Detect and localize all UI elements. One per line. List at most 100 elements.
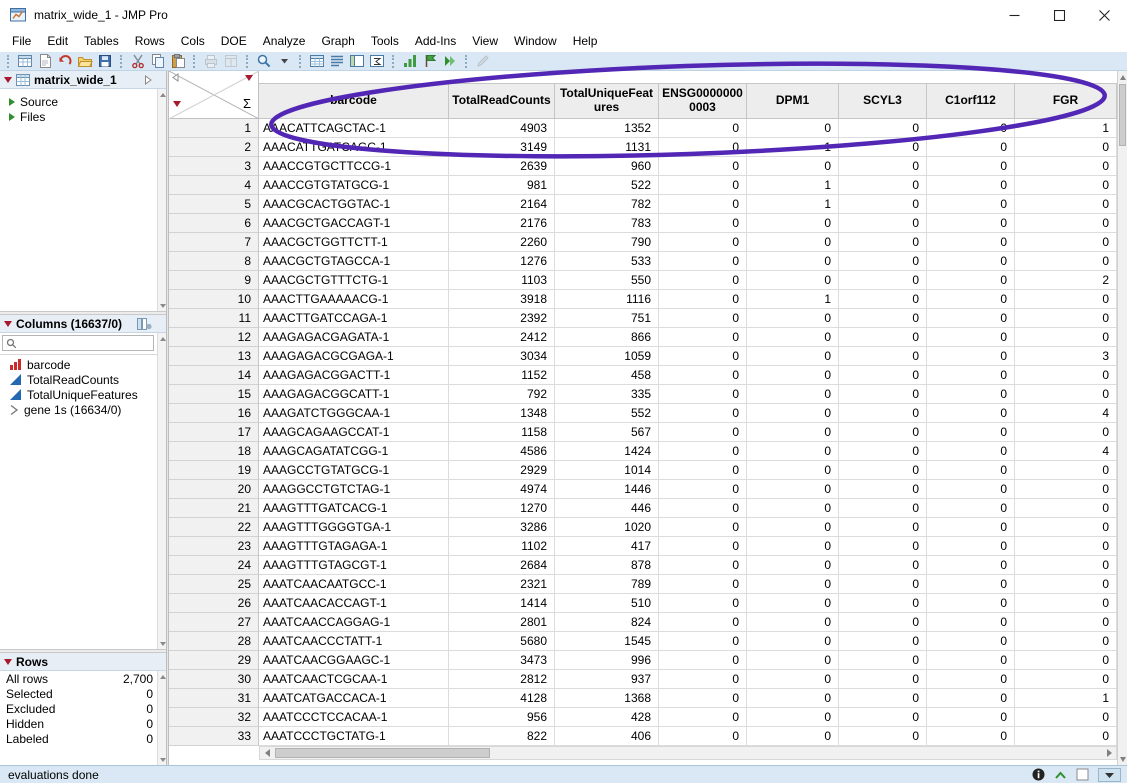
- row-number[interactable]: 33: [169, 727, 259, 746]
- cell[interactable]: 0: [927, 176, 1015, 195]
- cell[interactable]: 0: [1015, 727, 1117, 746]
- cell[interactable]: AAAGTTTGATCACG-1: [259, 499, 449, 518]
- menu-item-doe[interactable]: DOE: [213, 31, 255, 51]
- cell[interactable]: AAACGCTGACCAGT-1: [259, 214, 449, 233]
- menu-item-tools[interactable]: Tools: [363, 31, 407, 51]
- menu-item-cols[interactable]: Cols: [173, 31, 213, 51]
- cell[interactable]: 1014: [555, 461, 659, 480]
- cell[interactable]: 0: [747, 423, 839, 442]
- cell[interactable]: 0: [839, 537, 927, 556]
- cell[interactable]: 956: [449, 708, 555, 727]
- cell[interactable]: 0: [839, 708, 927, 727]
- close-button[interactable]: [1082, 0, 1127, 30]
- cell[interactable]: 510: [555, 594, 659, 613]
- cell[interactable]: 0: [659, 404, 747, 423]
- cell[interactable]: 0: [659, 157, 747, 176]
- cell[interactable]: 0: [927, 423, 1015, 442]
- cell[interactable]: 0: [747, 119, 839, 138]
- cell[interactable]: AAATCCCTCCACAA-1: [259, 708, 449, 727]
- row-number[interactable]: 25: [169, 575, 259, 594]
- cell[interactable]: 1158: [449, 423, 555, 442]
- cell[interactable]: AAAGTTTGTAGAGA-1: [259, 537, 449, 556]
- cell[interactable]: 0: [927, 328, 1015, 347]
- cell[interactable]: 0: [839, 366, 927, 385]
- row-number[interactable]: 3: [169, 157, 259, 176]
- menu-item-analyze[interactable]: Analyze: [255, 31, 314, 51]
- rows-menu-icon[interactable]: [173, 101, 181, 107]
- cell[interactable]: 0: [839, 461, 927, 480]
- cell[interactable]: 0: [1015, 651, 1117, 670]
- cell[interactable]: 0: [839, 499, 927, 518]
- menu-item-window[interactable]: Window: [506, 31, 565, 51]
- cell[interactable]: 0: [747, 252, 839, 271]
- cell[interactable]: 3149: [449, 138, 555, 157]
- cell[interactable]: 0: [839, 157, 927, 176]
- row-number[interactable]: 2: [169, 138, 259, 157]
- row-number[interactable]: 15: [169, 385, 259, 404]
- red-triangle-menu-icon[interactable]: [4, 77, 12, 83]
- cell[interactable]: 0: [659, 575, 747, 594]
- rows-stat-excluded[interactable]: Excluded0: [0, 701, 166, 716]
- cell[interactable]: AAATCAACCCTATT-1: [259, 632, 449, 651]
- cell[interactable]: 0: [1015, 423, 1117, 442]
- menu-item-tables[interactable]: Tables: [76, 31, 127, 51]
- cell[interactable]: AAAGCAGAAGCCAT-1: [259, 423, 449, 442]
- column-list-item[interactable]: barcode: [0, 357, 166, 372]
- cell[interactable]: 4974: [449, 480, 555, 499]
- cell[interactable]: 0: [659, 271, 747, 290]
- column-header-c1orf112[interactable]: C1orf112: [927, 83, 1015, 119]
- column-list-item[interactable]: TotalUniqueFeatures: [0, 387, 166, 402]
- info-icon[interactable]: [1032, 768, 1045, 781]
- save-button[interactable]: [95, 52, 115, 70]
- cell[interactable]: 0: [659, 556, 747, 575]
- table-panel-scrollbar[interactable]: [157, 89, 166, 311]
- cell[interactable]: 0: [839, 575, 927, 594]
- horizontal-scrollbar[interactable]: [259, 746, 1117, 760]
- cell[interactable]: 782: [555, 195, 659, 214]
- scroll-up-icon[interactable]: [159, 91, 166, 98]
- cell[interactable]: 2164: [449, 195, 555, 214]
- cell[interactable]: 0: [747, 309, 839, 328]
- cell[interactable]: 0: [927, 271, 1015, 290]
- cell[interactable]: 1116: [555, 290, 659, 309]
- scroll-down-icon[interactable]: [159, 302, 166, 309]
- row-number[interactable]: 26: [169, 594, 259, 613]
- cut-button[interactable]: [128, 52, 148, 70]
- cell[interactable]: 4: [1015, 404, 1117, 423]
- cell[interactable]: 0: [747, 594, 839, 613]
- cell[interactable]: 0: [747, 499, 839, 518]
- maximize-button[interactable]: [1037, 0, 1082, 30]
- cell[interactable]: 960: [555, 157, 659, 176]
- columns-search-input[interactable]: [20, 337, 150, 349]
- cell[interactable]: 0: [839, 480, 927, 499]
- rows-stat-hidden[interactable]: Hidden0: [0, 716, 166, 731]
- paste-button[interactable]: [168, 52, 188, 70]
- cell[interactable]: 1368: [555, 689, 659, 708]
- cell[interactable]: AAACCGTGCTTCCG-1: [259, 157, 449, 176]
- cell[interactable]: AAATCAACGGAAGC-1: [259, 651, 449, 670]
- cell[interactable]: AAAGAGACGGCATT-1: [259, 385, 449, 404]
- cell[interactable]: 0: [1015, 575, 1117, 594]
- cell[interactable]: AAACGCTGTTTCTG-1: [259, 271, 449, 290]
- scroll-left-icon[interactable]: [260, 747, 274, 759]
- table-script-source[interactable]: Source: [0, 94, 166, 109]
- cell[interactable]: 0: [1015, 480, 1117, 499]
- cell[interactable]: 0: [747, 518, 839, 537]
- cell[interactable]: 0: [659, 195, 747, 214]
- cell[interactable]: 0: [927, 214, 1015, 233]
- row-number[interactable]: 28: [169, 632, 259, 651]
- scroll-up-icon[interactable]: [159, 335, 166, 342]
- cell[interactable]: 0: [839, 309, 927, 328]
- cell[interactable]: 0: [927, 651, 1015, 670]
- cell[interactable]: 0: [839, 594, 927, 613]
- brush-button[interactable]: [473, 52, 493, 70]
- cell[interactable]: 0: [927, 480, 1015, 499]
- cell[interactable]: 2639: [449, 157, 555, 176]
- cell[interactable]: 0: [839, 214, 927, 233]
- cell[interactable]: 0: [1015, 670, 1117, 689]
- open-button[interactable]: [75, 52, 95, 70]
- cell[interactable]: 824: [555, 613, 659, 632]
- split-view-button[interactable]: [347, 52, 367, 70]
- cell[interactable]: 0: [839, 138, 927, 157]
- cell[interactable]: 0: [1015, 309, 1117, 328]
